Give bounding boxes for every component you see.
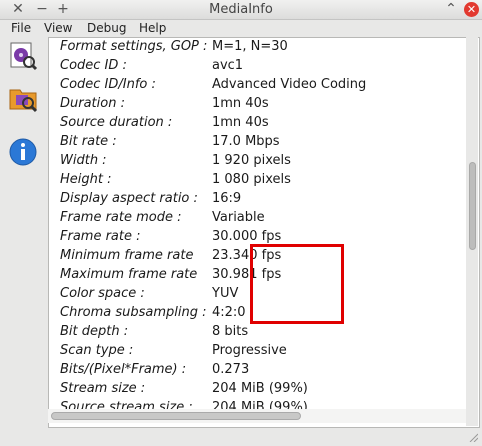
field-label: Scan type :: [60, 343, 134, 358]
field-label: Bits/(Pixel*Frame) :: [60, 362, 187, 377]
field-value: 204 MiB (99%): [212, 381, 308, 396]
field-label: Chroma subsampling :: [60, 305, 207, 320]
field-label: Width :: [60, 153, 107, 168]
menu-help[interactable]: Help: [139, 20, 166, 37]
horizontal-scroll-thumb[interactable]: [51, 412, 301, 420]
info-panel: Format settings, GOP : M=1, N=30 Codec ID …: [48, 37, 480, 428]
menu-file[interactable]: File: [11, 20, 31, 37]
field-label: Frame rate mode :: [60, 210, 182, 225]
field-value: YUV: [212, 286, 239, 301]
field-label: Source duration :: [60, 115, 173, 130]
field-label: Codec ID/Info :: [60, 77, 156, 92]
field-value: 8 bits: [212, 324, 249, 339]
field-value: 16:9: [212, 191, 242, 206]
field-value: 1mn 40s: [212, 115, 269, 130]
toolbar: [0, 37, 46, 446]
field-label: Codec ID :: [60, 58, 127, 73]
field-value: Advanced Video Coding: [212, 77, 367, 92]
restore-icon[interactable]: ⌃: [442, 0, 460, 19]
field-label: Minimum frame rate: [60, 248, 194, 263]
highlight-box: [250, 244, 344, 324]
window-title: MediaInfo: [209, 2, 273, 17]
field-value: 17.0 Mbps: [212, 134, 280, 149]
field-label: Maximum frame rate: [60, 267, 198, 282]
vertical-scroll-thumb[interactable]: [469, 162, 476, 250]
menu-view[interactable]: View: [44, 20, 72, 37]
field-label: Stream size :: [60, 381, 146, 396]
field-value: avc1: [212, 58, 244, 73]
field-label: Frame rate :: [60, 229, 141, 244]
field-value: 1mn 40s: [212, 96, 269, 111]
open-folder-icon[interactable]: [8, 83, 38, 113]
field-value: Variable: [212, 210, 265, 225]
open-file-icon[interactable]: [8, 41, 38, 71]
field-value: 1 080 pixels: [212, 172, 291, 187]
field-label: Color space :: [60, 286, 145, 301]
field-value: M=1, N=30: [212, 39, 288, 54]
title-bar: ✕ − + MediaInfo ⌃ ✕: [0, 0, 482, 20]
field-label: Height :: [60, 172, 112, 187]
field-value: 0.273: [212, 362, 250, 377]
horizontal-scrollbar[interactable]: [48, 409, 466, 423]
menu-debug[interactable]: Debug: [87, 20, 126, 37]
field-label: Format settings, GOP :: [60, 39, 208, 54]
field-label: Duration :: [60, 96, 125, 111]
field-value: 1 920 pixels: [212, 153, 291, 168]
field-value: Progressive: [212, 343, 287, 358]
vertical-scrollbar[interactable]: [466, 37, 478, 426]
field-label: Display aspect ratio :: [60, 191, 198, 206]
menu-bar: File View Debug Help: [0, 20, 482, 37]
resize-grip-icon[interactable]: [468, 432, 478, 442]
field-label: Bit depth :: [60, 324, 129, 339]
close-button[interactable]: ✕: [464, 2, 479, 17]
field-value: 4:2:0: [212, 305, 246, 320]
about-icon[interactable]: [8, 137, 38, 167]
field-label: Bit rate :: [60, 134, 117, 149]
